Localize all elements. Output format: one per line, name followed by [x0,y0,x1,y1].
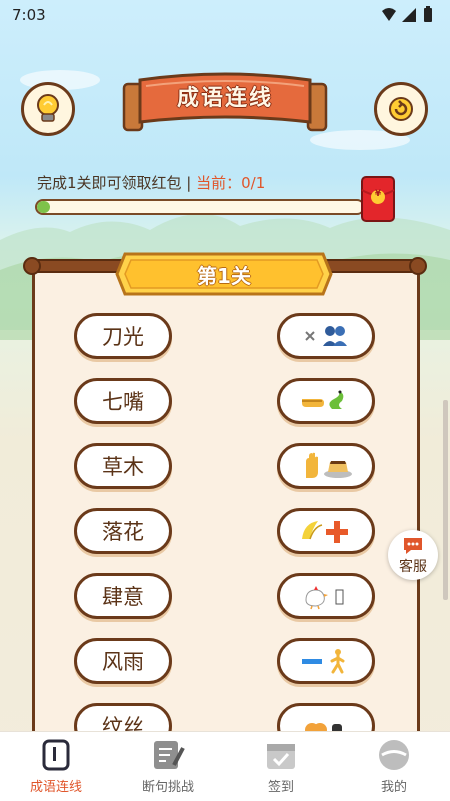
chat-bubble-icon [404,538,422,554]
tab-sentence-challenge[interactable]: 断句挑战 [112,732,224,801]
timer-refresh-button[interactable] [374,82,428,136]
idiom-left-option[interactable]: 刀光 [74,313,172,359]
idiom-left-text: 七嘴 [102,390,144,414]
emoji-right-option[interactable] [277,638,375,684]
level-title: 第1关 [197,264,251,288]
sword-people-icon [296,322,356,350]
emoji-right-option[interactable] [277,508,375,554]
tab-label: 断句挑战 [141,780,194,795]
customer-service-label: 客服 [399,559,427,575]
red-envelope-symbol: ¥ [374,189,382,199]
status-time: 7:03 [12,6,46,24]
notebook-pen-icon [154,741,185,769]
refresh-timer-icon [389,97,413,121]
emoji-right-option[interactable] [277,313,375,359]
page-title: 成语连线 [176,86,273,111]
red-envelope-icon [361,176,395,222]
idiom-left-text: 落花 [102,520,144,544]
scrollbar[interactable] [443,400,448,600]
hand-snake-icon [296,387,356,415]
red-envelope-button[interactable]: ¥ [361,176,395,222]
emoji-right-option[interactable] [277,573,375,619]
tab-idiom-link[interactable]: 成语连线 [0,732,112,801]
progress-bar [35,199,365,215]
current-progress-text: 当前：0/1 [196,174,266,192]
status-bar: 7:03 [0,0,450,30]
progress-bar-fill [37,201,51,213]
calendar-check-icon [267,744,295,769]
bottom-tab-bar: 成语连线 断句挑战 签到 我的 [0,731,450,801]
idiom-left-text: 刀光 [102,325,144,349]
system-status-icons [382,6,432,22]
emoji-right-option[interactable] [277,443,375,489]
idiom-left-option[interactable]: 风雨 [74,638,172,684]
hint-lightbulb-button[interactable] [21,82,75,136]
idiom-card-icon [42,739,70,771]
chicken-box-icon [296,582,356,610]
idiom-left-option[interactable]: 落花 [74,508,172,554]
idiom-left-text: 草木 [102,455,144,479]
profile-icon [379,740,409,770]
idiom-left-option[interactable]: 七嘴 [74,378,172,424]
banana-plus-icon [296,517,356,545]
emoji-right-option[interactable] [277,378,375,424]
lightbulb-icon [37,94,59,122]
idiom-left-text: 风雨 [102,650,144,674]
hand-pudding-icon [296,452,356,480]
idiom-left-option[interactable]: 草木 [74,443,172,489]
idiom-left-option[interactable]: 肆意 [74,573,172,619]
tab-label: 我的 [380,780,407,795]
progress-description: 完成1关即可领取红包 | 当前：0/1 [37,172,265,193]
tab-profile[interactable]: 我的 [338,732,450,801]
idiom-left-text: 肆意 [102,585,144,609]
tab-label: 签到 [267,780,294,795]
reward-condition-text: 完成1关即可领取红包 | [37,174,197,192]
tab-label: 成语连线 [29,780,82,795]
tab-check-in[interactable]: 签到 [225,732,337,801]
line-walker-icon [296,647,356,675]
